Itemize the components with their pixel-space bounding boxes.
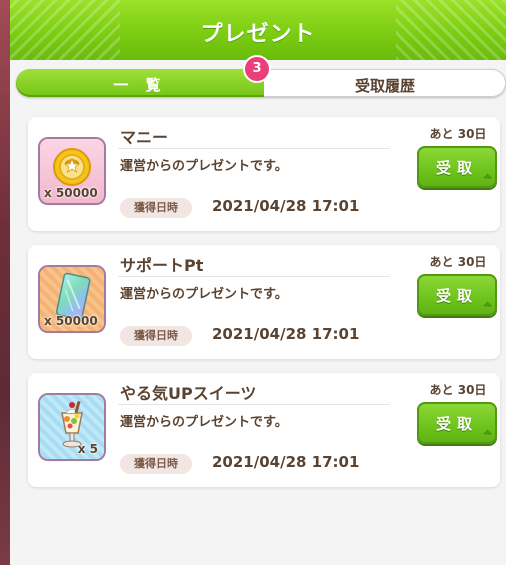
date-label: 獲得日時 xyxy=(120,454,192,474)
divider xyxy=(118,276,390,277)
item-thumbnail: x 50000 xyxy=(40,139,104,203)
item-thumbnail: x 50000 xyxy=(40,267,104,331)
remaining-days: あと 30日 xyxy=(429,127,487,141)
present-item: x 50000 マニー 運営からのプレゼントです。 獲得日時 2021/04/2… xyxy=(28,117,500,231)
date-label: 獲得日時 xyxy=(120,198,192,218)
tab-list[interactable]: 一 覧 xyxy=(16,69,264,97)
receive-button[interactable]: 受取 xyxy=(417,402,497,444)
date-value: 2021/04/28 17:01 xyxy=(212,453,360,471)
item-thumbnail: x 5 xyxy=(40,395,104,459)
present-item: x 5 やる気UPスイーツ 運営からのプレゼントです。 獲得日時 2021/04… xyxy=(28,373,500,487)
date-value: 2021/04/28 17:01 xyxy=(212,325,360,343)
remaining-days: あと 30日 xyxy=(429,255,487,269)
tab-history-label: 受取履歴 xyxy=(354,77,415,95)
remaining-days: あと 30日 xyxy=(429,383,487,397)
page-title: プレゼント xyxy=(200,22,316,47)
item-name: サポートPt xyxy=(120,256,204,275)
item-quantity: x 50000 xyxy=(44,314,98,328)
count-badge: 3 xyxy=(245,57,269,81)
present-panel: プレゼント 一 覧 受取履歴 3 x 50000 マニー 運営からのプレゼントで… xyxy=(10,0,506,565)
receive-button-label: 受取 xyxy=(435,287,478,305)
receive-button-label: 受取 xyxy=(435,415,478,433)
date-value: 2021/04/28 17:01 xyxy=(212,197,360,215)
receive-button[interactable]: 受取 xyxy=(417,146,497,188)
divider xyxy=(118,404,390,405)
tab-history[interactable]: 受取履歴 xyxy=(264,69,506,97)
tab-bar: 一 覧 受取履歴 3 xyxy=(16,57,506,97)
present-item: x 50000 サポートPt 運営からのプレゼントです。 獲得日時 2021/0… xyxy=(28,245,500,359)
tab-list-label: 一 覧 xyxy=(113,76,167,94)
item-quantity: x 50000 xyxy=(44,186,98,200)
date-label: 獲得日時 xyxy=(120,326,192,346)
item-name: やる気UPスイーツ xyxy=(120,384,257,403)
item-quantity: x 5 xyxy=(77,442,98,456)
receive-button-label: 受取 xyxy=(435,159,478,177)
receive-button[interactable]: 受取 xyxy=(417,274,497,316)
item-description: 運営からのプレゼントです。 xyxy=(120,159,288,174)
item-description: 運営からのプレゼントです。 xyxy=(120,415,288,430)
divider xyxy=(118,148,390,149)
item-name: マニー xyxy=(120,128,169,147)
item-description: 運営からのプレゼントです。 xyxy=(120,287,288,302)
header-bar: プレゼント xyxy=(10,0,506,60)
